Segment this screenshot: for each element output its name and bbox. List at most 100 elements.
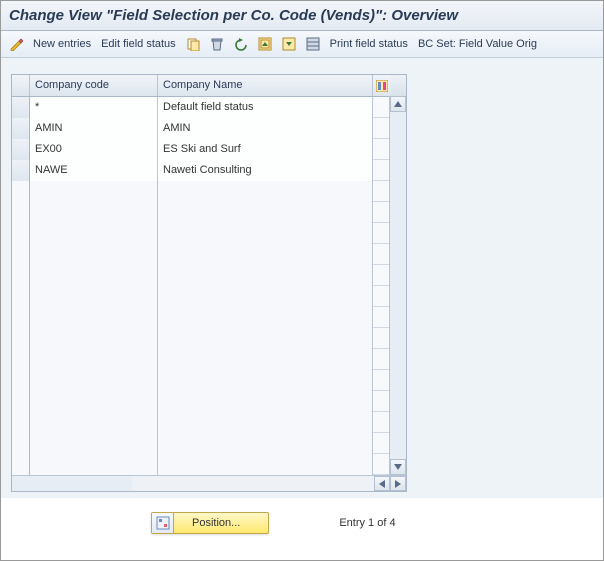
position-button[interactable]: Position... bbox=[151, 512, 269, 534]
table-row[interactable]: EX00ES Ski and Surf bbox=[12, 139, 406, 160]
cell-company-name[interactable] bbox=[158, 181, 373, 202]
cell-company-code[interactable] bbox=[30, 328, 158, 349]
row-selector[interactable] bbox=[12, 223, 30, 244]
horizontal-scrollbar[interactable] bbox=[12, 475, 406, 491]
table-row[interactable] bbox=[12, 454, 406, 475]
table-row[interactable] bbox=[12, 328, 406, 349]
row-selector[interactable] bbox=[12, 328, 30, 349]
table-row[interactable] bbox=[12, 265, 406, 286]
table-row[interactable]: *Default field status bbox=[12, 97, 406, 118]
cell-company-code[interactable]: * bbox=[30, 97, 158, 118]
scroll-up-button[interactable] bbox=[390, 96, 406, 112]
row-selector[interactable] bbox=[12, 202, 30, 223]
table-settings-icon[interactable] bbox=[304, 35, 322, 53]
cell-company-name[interactable] bbox=[158, 223, 373, 244]
pencil-icon[interactable] bbox=[7, 35, 25, 53]
print-field-status-link[interactable]: Print field status bbox=[328, 38, 410, 50]
cell-company-name[interactable]: AMIN bbox=[158, 118, 373, 139]
cell-company-code[interactable] bbox=[30, 244, 158, 265]
row-selector[interactable] bbox=[12, 244, 30, 265]
cell-company-name[interactable]: Default field status bbox=[158, 97, 373, 118]
row-selector[interactable] bbox=[12, 349, 30, 370]
new-entries-link[interactable]: New entries bbox=[31, 38, 93, 50]
row-selector[interactable] bbox=[12, 181, 30, 202]
company-table: Company code Company Name *Default field… bbox=[11, 74, 407, 492]
cell-company-name[interactable] bbox=[158, 265, 373, 286]
select-all-icon[interactable] bbox=[256, 35, 274, 53]
cell-company-name[interactable] bbox=[158, 349, 373, 370]
cell-company-name[interactable] bbox=[158, 391, 373, 412]
position-label: Position... bbox=[174, 517, 268, 529]
table-config-button[interactable] bbox=[373, 75, 391, 96]
cell-company-name[interactable] bbox=[158, 286, 373, 307]
scroll-down-button[interactable] bbox=[390, 459, 406, 475]
cell-company-name[interactable] bbox=[158, 328, 373, 349]
table-row[interactable] bbox=[12, 181, 406, 202]
entry-counter: Entry 1 of 4 bbox=[339, 517, 395, 529]
table-row[interactable]: AMINAMIN bbox=[12, 118, 406, 139]
table-row[interactable] bbox=[12, 223, 406, 244]
row-selector[interactable] bbox=[12, 265, 30, 286]
cell-company-code[interactable]: NAWE bbox=[30, 160, 158, 181]
table-row[interactable] bbox=[12, 412, 406, 433]
table-row[interactable] bbox=[12, 307, 406, 328]
cell-company-code[interactable] bbox=[30, 391, 158, 412]
copy-icon[interactable] bbox=[184, 35, 202, 53]
table-row[interactable] bbox=[12, 286, 406, 307]
row-selector[interactable] bbox=[12, 118, 30, 139]
row-selector[interactable] bbox=[12, 412, 30, 433]
row-selector[interactable] bbox=[12, 454, 30, 475]
vertical-scrollbar[interactable] bbox=[389, 96, 406, 475]
scroll-right-button[interactable] bbox=[390, 476, 406, 491]
table-row[interactable]: NAWENaweti Consulting bbox=[12, 160, 406, 181]
cell-company-code[interactable] bbox=[30, 349, 158, 370]
table-row[interactable] bbox=[12, 349, 406, 370]
table-row[interactable] bbox=[12, 244, 406, 265]
cell-company-name[interactable] bbox=[158, 370, 373, 391]
table-row[interactable] bbox=[12, 391, 406, 412]
cell-company-code[interactable]: AMIN bbox=[30, 118, 158, 139]
cell-company-code[interactable] bbox=[30, 454, 158, 475]
cell-company-code[interactable] bbox=[30, 433, 158, 454]
row-selector[interactable] bbox=[12, 391, 30, 412]
row-selector[interactable] bbox=[12, 433, 30, 454]
table-row[interactable] bbox=[12, 202, 406, 223]
cell-company-code[interactable]: EX00 bbox=[30, 139, 158, 160]
cell-company-name[interactable] bbox=[158, 307, 373, 328]
edit-field-status-link[interactable]: Edit field status bbox=[99, 38, 178, 50]
cell-company-code[interactable] bbox=[30, 370, 158, 391]
cell-company-name[interactable]: ES Ski and Surf bbox=[158, 139, 373, 160]
undo-icon[interactable] bbox=[232, 35, 250, 53]
column-company-name[interactable]: Company Name bbox=[158, 75, 373, 96]
row-selector[interactable] bbox=[12, 97, 30, 118]
row-selector[interactable] bbox=[12, 370, 30, 391]
deselect-all-icon[interactable] bbox=[280, 35, 298, 53]
row-selector[interactable] bbox=[12, 307, 30, 328]
position-icon bbox=[152, 513, 174, 533]
cell-company-code[interactable] bbox=[30, 202, 158, 223]
delete-icon[interactable] bbox=[208, 35, 226, 53]
cell-company-name[interactable] bbox=[158, 412, 373, 433]
cell-company-name[interactable] bbox=[158, 202, 373, 223]
window-title: Change View "Field Selection per Co. Cod… bbox=[1, 1, 603, 31]
scroll-left-button[interactable] bbox=[374, 476, 390, 491]
cell-company-code[interactable] bbox=[30, 412, 158, 433]
column-company-code[interactable]: Company code bbox=[30, 75, 158, 96]
row-selector[interactable] bbox=[12, 160, 30, 181]
cell-company-code[interactable] bbox=[30, 223, 158, 244]
cell-company-code[interactable] bbox=[30, 181, 158, 202]
cell-company-code[interactable] bbox=[30, 265, 158, 286]
cell-company-name[interactable] bbox=[158, 454, 373, 475]
table-row[interactable] bbox=[12, 370, 406, 391]
cell-company-name[interactable]: Naweti Consulting bbox=[158, 160, 373, 181]
cell-company-name[interactable] bbox=[158, 433, 373, 454]
row-selector-header bbox=[12, 75, 30, 96]
footer: Position... Entry 1 of 4 bbox=[1, 498, 603, 534]
row-selector[interactable] bbox=[12, 139, 30, 160]
bc-set-link[interactable]: BC Set: Field Value Orig bbox=[416, 38, 539, 50]
cell-company-code[interactable] bbox=[30, 307, 158, 328]
cell-company-name[interactable] bbox=[158, 244, 373, 265]
table-row[interactable] bbox=[12, 433, 406, 454]
row-selector[interactable] bbox=[12, 286, 30, 307]
cell-company-code[interactable] bbox=[30, 286, 158, 307]
